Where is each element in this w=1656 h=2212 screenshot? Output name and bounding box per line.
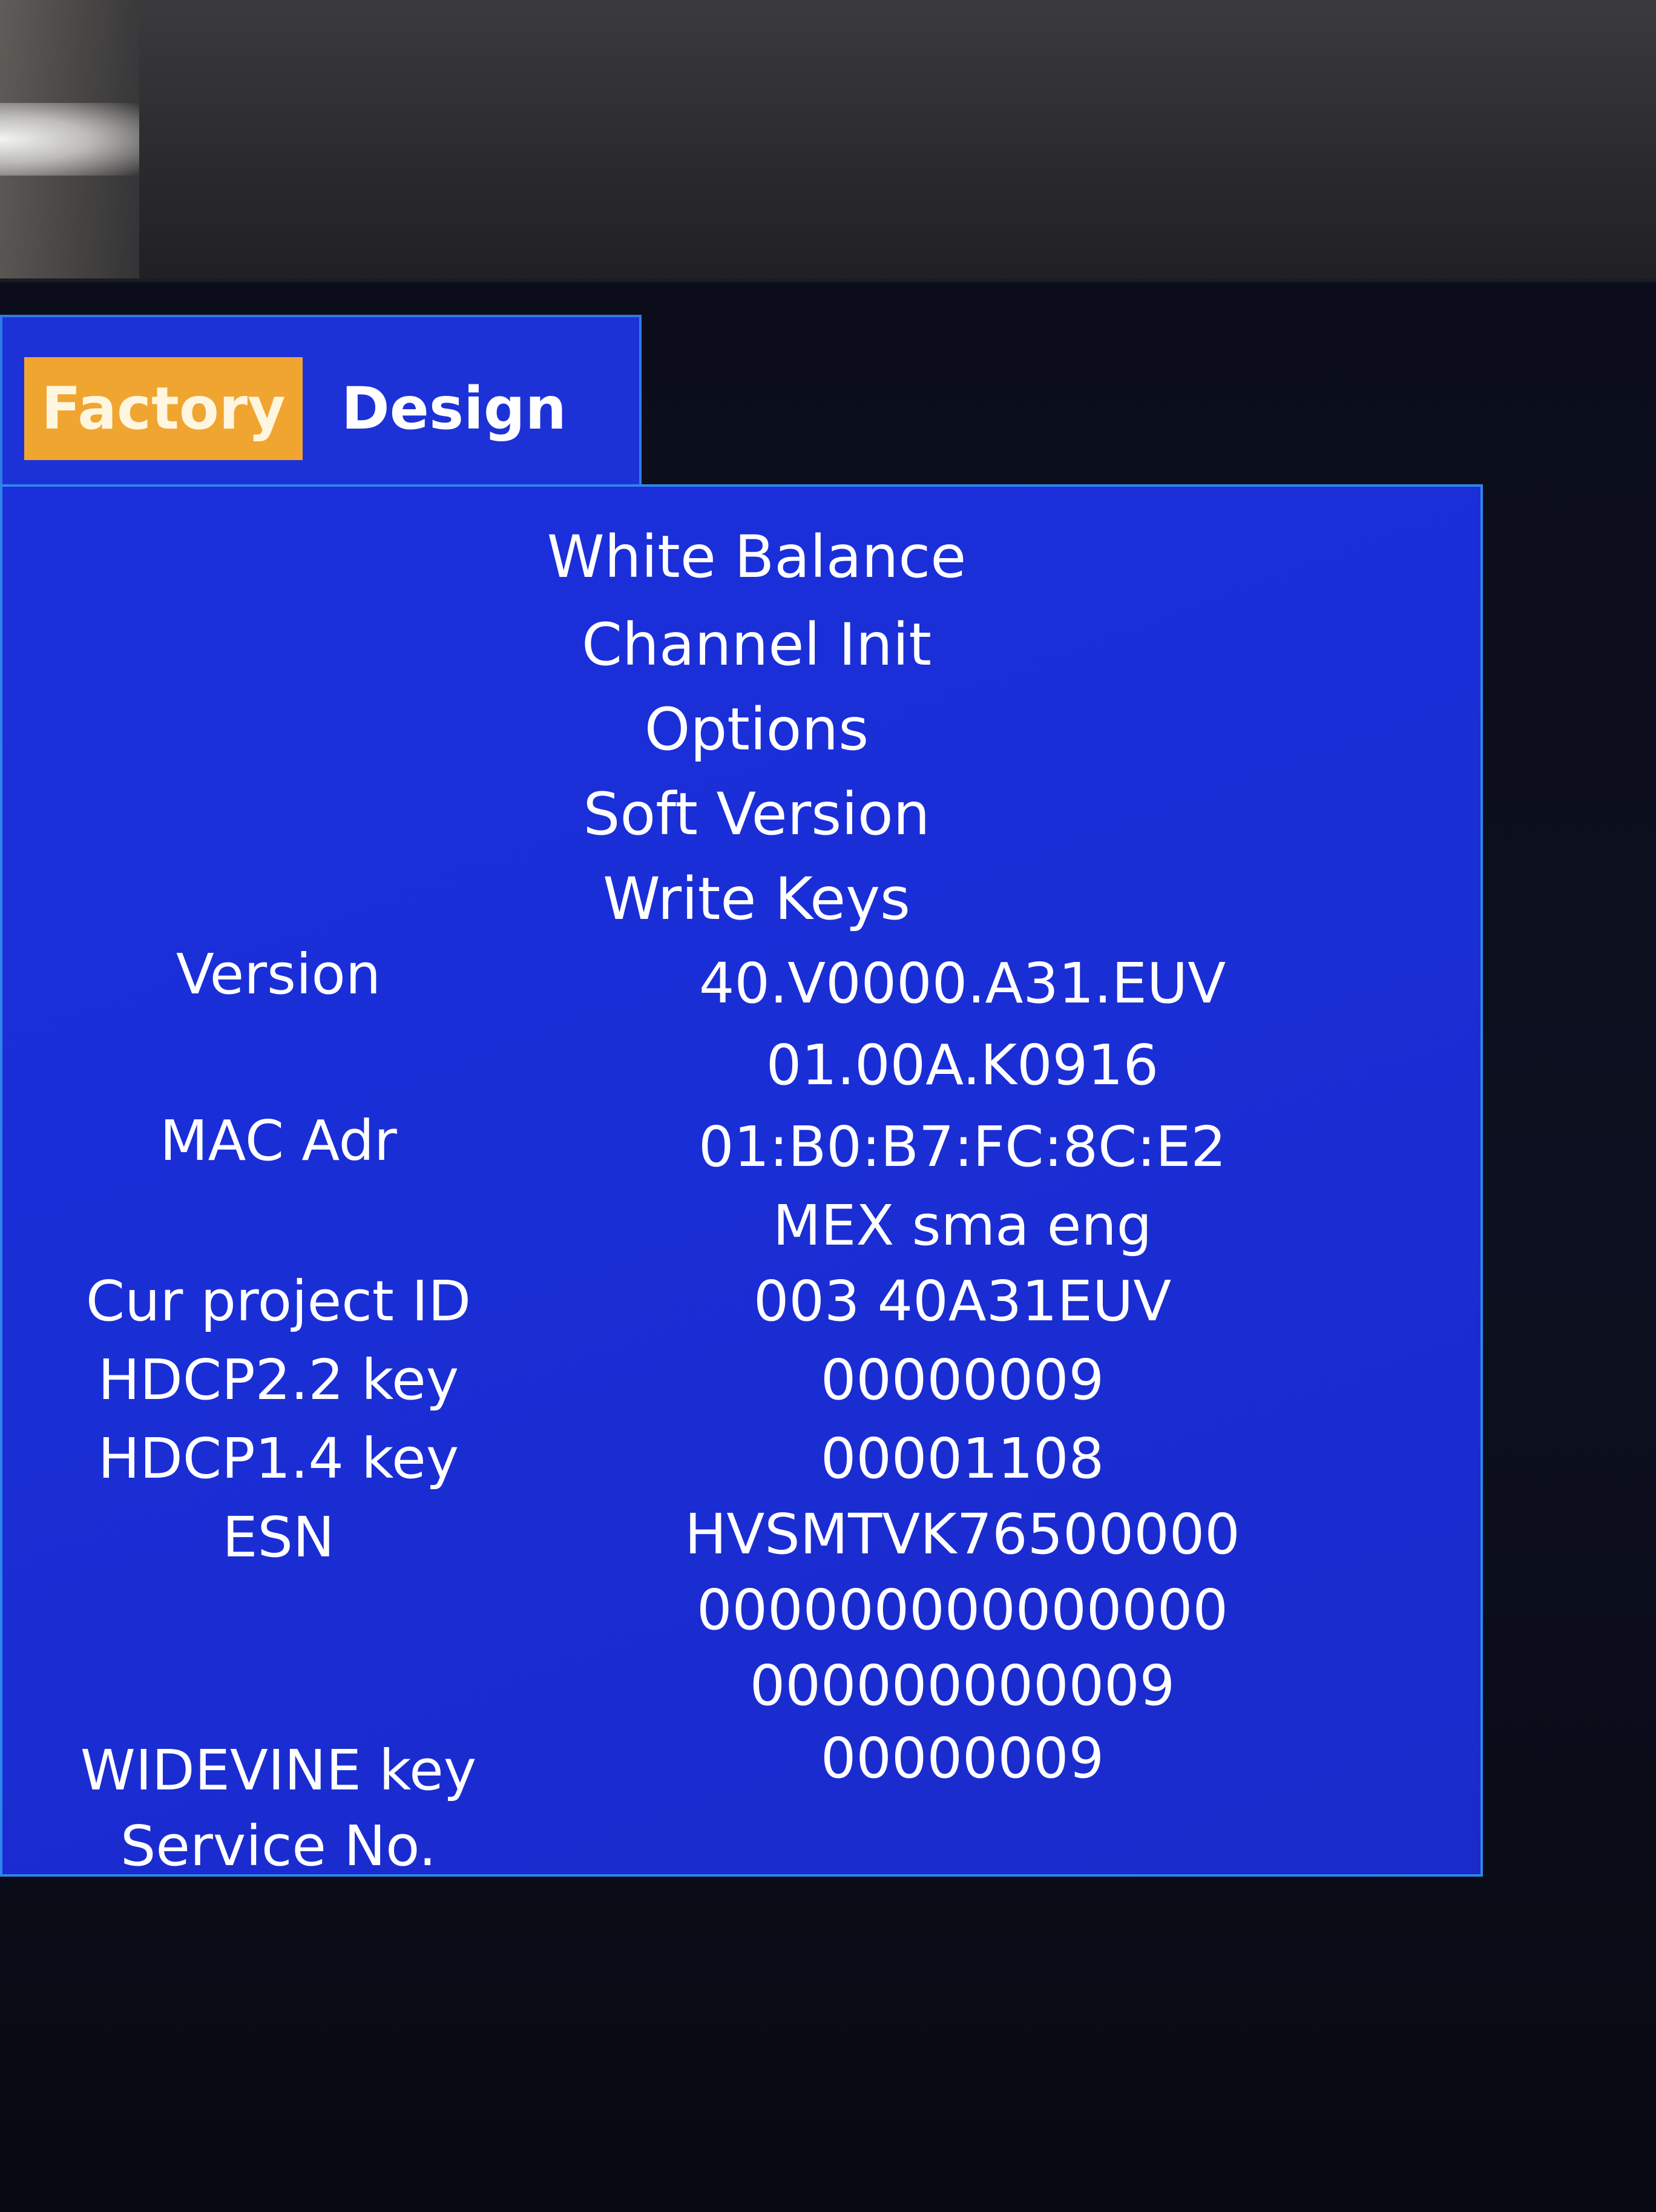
esn-line3-value: 000000000009 xyxy=(749,1653,1175,1718)
menu-item-soft-version[interactable]: Soft Version xyxy=(424,775,1089,854)
version-label: Version xyxy=(176,942,381,1007)
service-no-label: Service No. xyxy=(120,1814,436,1878)
hdcp22-label: HDCP2.2 key xyxy=(97,1348,459,1412)
hdcp14-value: 00001108 xyxy=(820,1426,1105,1491)
version-sub-value: 01.00A.K0916 xyxy=(766,1033,1159,1098)
menu-item-white-balance[interactable]: White Balance xyxy=(424,518,1089,596)
version-value: 40.V0000.A31.EUV xyxy=(698,951,1226,1016)
menu-item-options[interactable]: Options xyxy=(424,690,1089,769)
mac-label: MAC Adr xyxy=(160,1108,397,1173)
project-id-value: 003 40A31EUV xyxy=(753,1269,1172,1334)
menu-item-channel-init[interactable]: Channel Init xyxy=(424,605,1089,684)
mac-sub-value: MEX sma eng xyxy=(772,1193,1152,1258)
background-light xyxy=(0,103,139,176)
mac-value: 01:B0:B7:FC:8C:E2 xyxy=(698,1114,1226,1179)
tab-factory[interactable]: Factory xyxy=(24,357,303,460)
esn-line2-value: 000000000000000 xyxy=(697,1578,1228,1642)
esn-label: ESN xyxy=(222,1505,335,1570)
widevine-label: WIDEVINE key xyxy=(80,1738,477,1803)
background-room xyxy=(0,0,1656,285)
widevine-value: 00000009 xyxy=(820,1726,1105,1791)
tab-design[interactable]: Design xyxy=(327,357,581,460)
esn-value: HVSMTVK76500000 xyxy=(685,1502,1240,1567)
menu-item-write-keys[interactable]: Write Keys xyxy=(424,860,1089,938)
project-id-label: Cur project ID xyxy=(85,1269,472,1334)
hdcp14-label: HDCP1.4 key xyxy=(97,1426,459,1491)
hdcp22-value: 00000009 xyxy=(820,1348,1105,1412)
